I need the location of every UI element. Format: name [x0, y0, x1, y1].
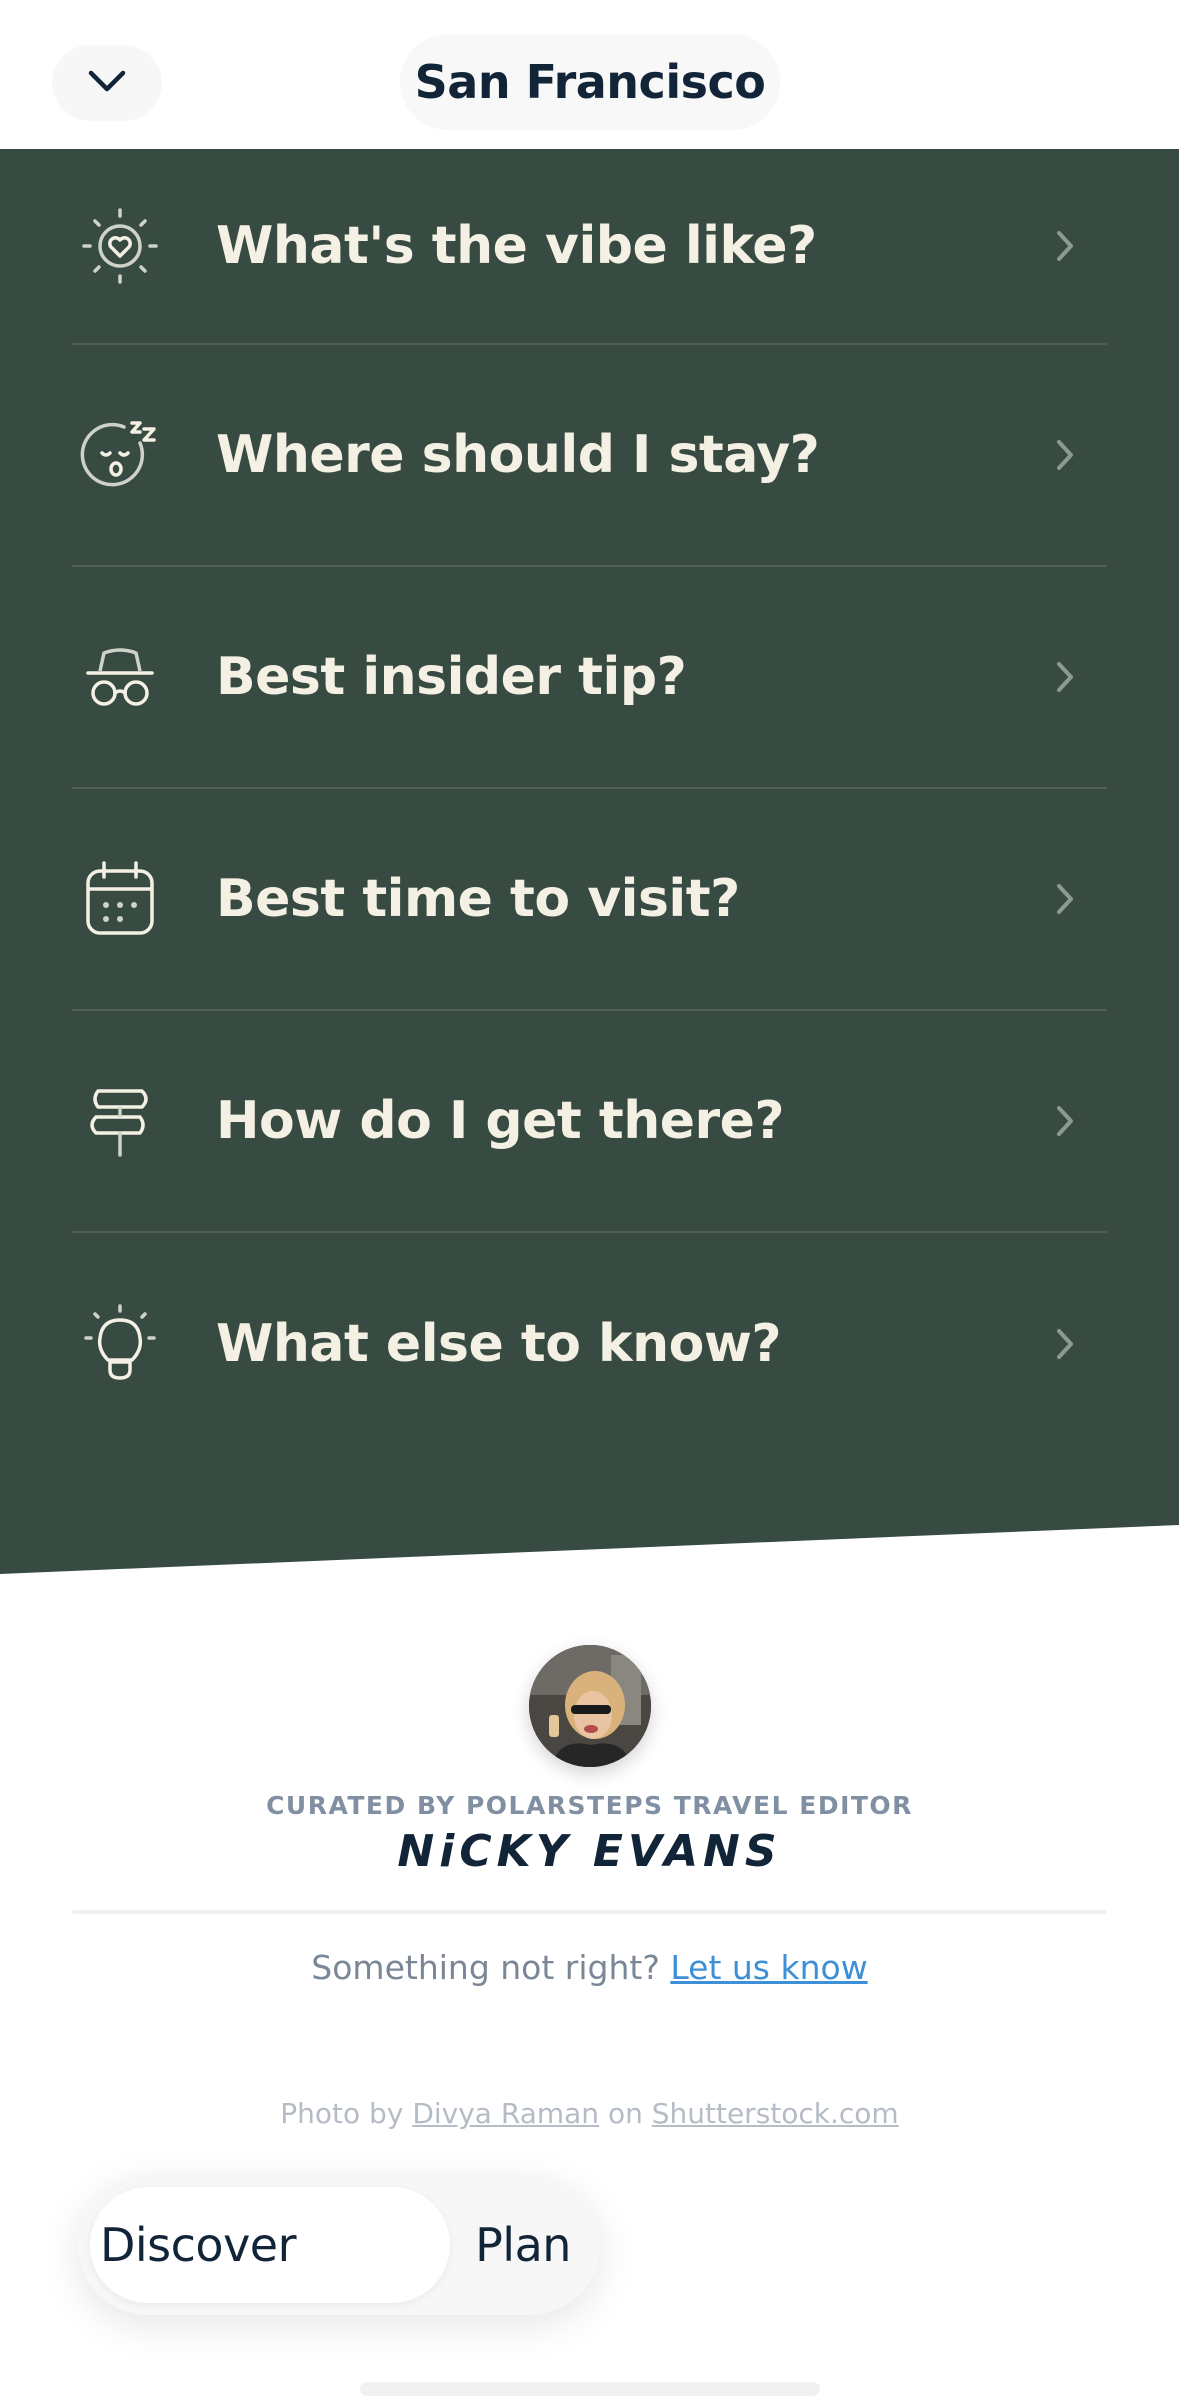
topics-section: What's the vibe like? Where should I sta… [0, 149, 1179, 1574]
photo-credit: Photo by Divya Raman on Shutterstock.com [0, 2097, 1179, 2130]
chevron-down-icon [87, 68, 127, 98]
incognito-icon [80, 637, 160, 717]
heart-sun-icon [80, 206, 160, 286]
divider [72, 1910, 1107, 1914]
topic-label: Best time to visit? [216, 869, 740, 929]
source-link[interactable]: Shutterstock.com [652, 2097, 899, 2130]
editor-name: NiCKY EVANS [397, 1826, 782, 1877]
home-indicator [360, 2382, 820, 2396]
chevron-right-icon [1053, 226, 1077, 266]
calendar-icon [80, 859, 160, 939]
title-pill: San Francisco [400, 34, 780, 130]
bottom-nav: Discover Plan [78, 2175, 600, 2315]
sleeping-face-icon [80, 415, 160, 495]
topic-label: What else to know? [216, 1314, 782, 1374]
signpost-icon [80, 1081, 160, 1161]
photographer-link[interactable]: Divya Raman [412, 2097, 599, 2130]
topic-label: Where should I stay? [216, 425, 820, 485]
topic-label: How do I get there? [216, 1091, 785, 1151]
let-us-know-link[interactable]: Let us know [670, 1948, 867, 1987]
topic-else-to-know[interactable]: What else to know? [72, 1233, 1107, 1455]
curated-by-heading: CURATED BY POLARSTEPS TRAVEL EDITOR [266, 1791, 913, 1820]
chevron-right-icon [1053, 435, 1077, 475]
topic-stay[interactable]: Where should I stay? [72, 345, 1107, 567]
topic-insider-tip[interactable]: Best insider tip? [72, 567, 1107, 789]
credit-middle: on [607, 2097, 643, 2130]
page-title: San Francisco [414, 55, 766, 109]
tab-discover[interactable]: Discover [90, 2175, 306, 2315]
lightbulb-icon [80, 1304, 160, 1384]
credit-prefix: Photo by [280, 2097, 404, 2130]
feedback-row: Something not right? Let us know [0, 1948, 1179, 1987]
topic-get-there[interactable]: How do I get there? [72, 1011, 1107, 1233]
chevron-right-icon [1053, 879, 1077, 919]
destination-page: San Francisco What's the vibe like? Wher… [0, 0, 1179, 2396]
editor-avatar [529, 1645, 651, 1767]
chevron-right-icon [1053, 657, 1077, 697]
tab-plan[interactable]: Plan [458, 2175, 588, 2315]
topic-label: Best insider tip? [216, 647, 687, 707]
feedback-text: Something not right? [311, 1948, 660, 1987]
chevron-right-icon [1053, 1324, 1077, 1364]
topic-time-to-visit[interactable]: Best time to visit? [72, 789, 1107, 1011]
topic-label: What's the vibe like? [216, 216, 817, 276]
top-bar: San Francisco [0, 0, 1179, 149]
collapse-button[interactable] [52, 45, 162, 121]
chevron-right-icon [1053, 1101, 1077, 1141]
topics-list: What's the vibe like? Where should I sta… [72, 149, 1107, 1455]
topic-vibe[interactable]: What's the vibe like? [72, 149, 1107, 345]
